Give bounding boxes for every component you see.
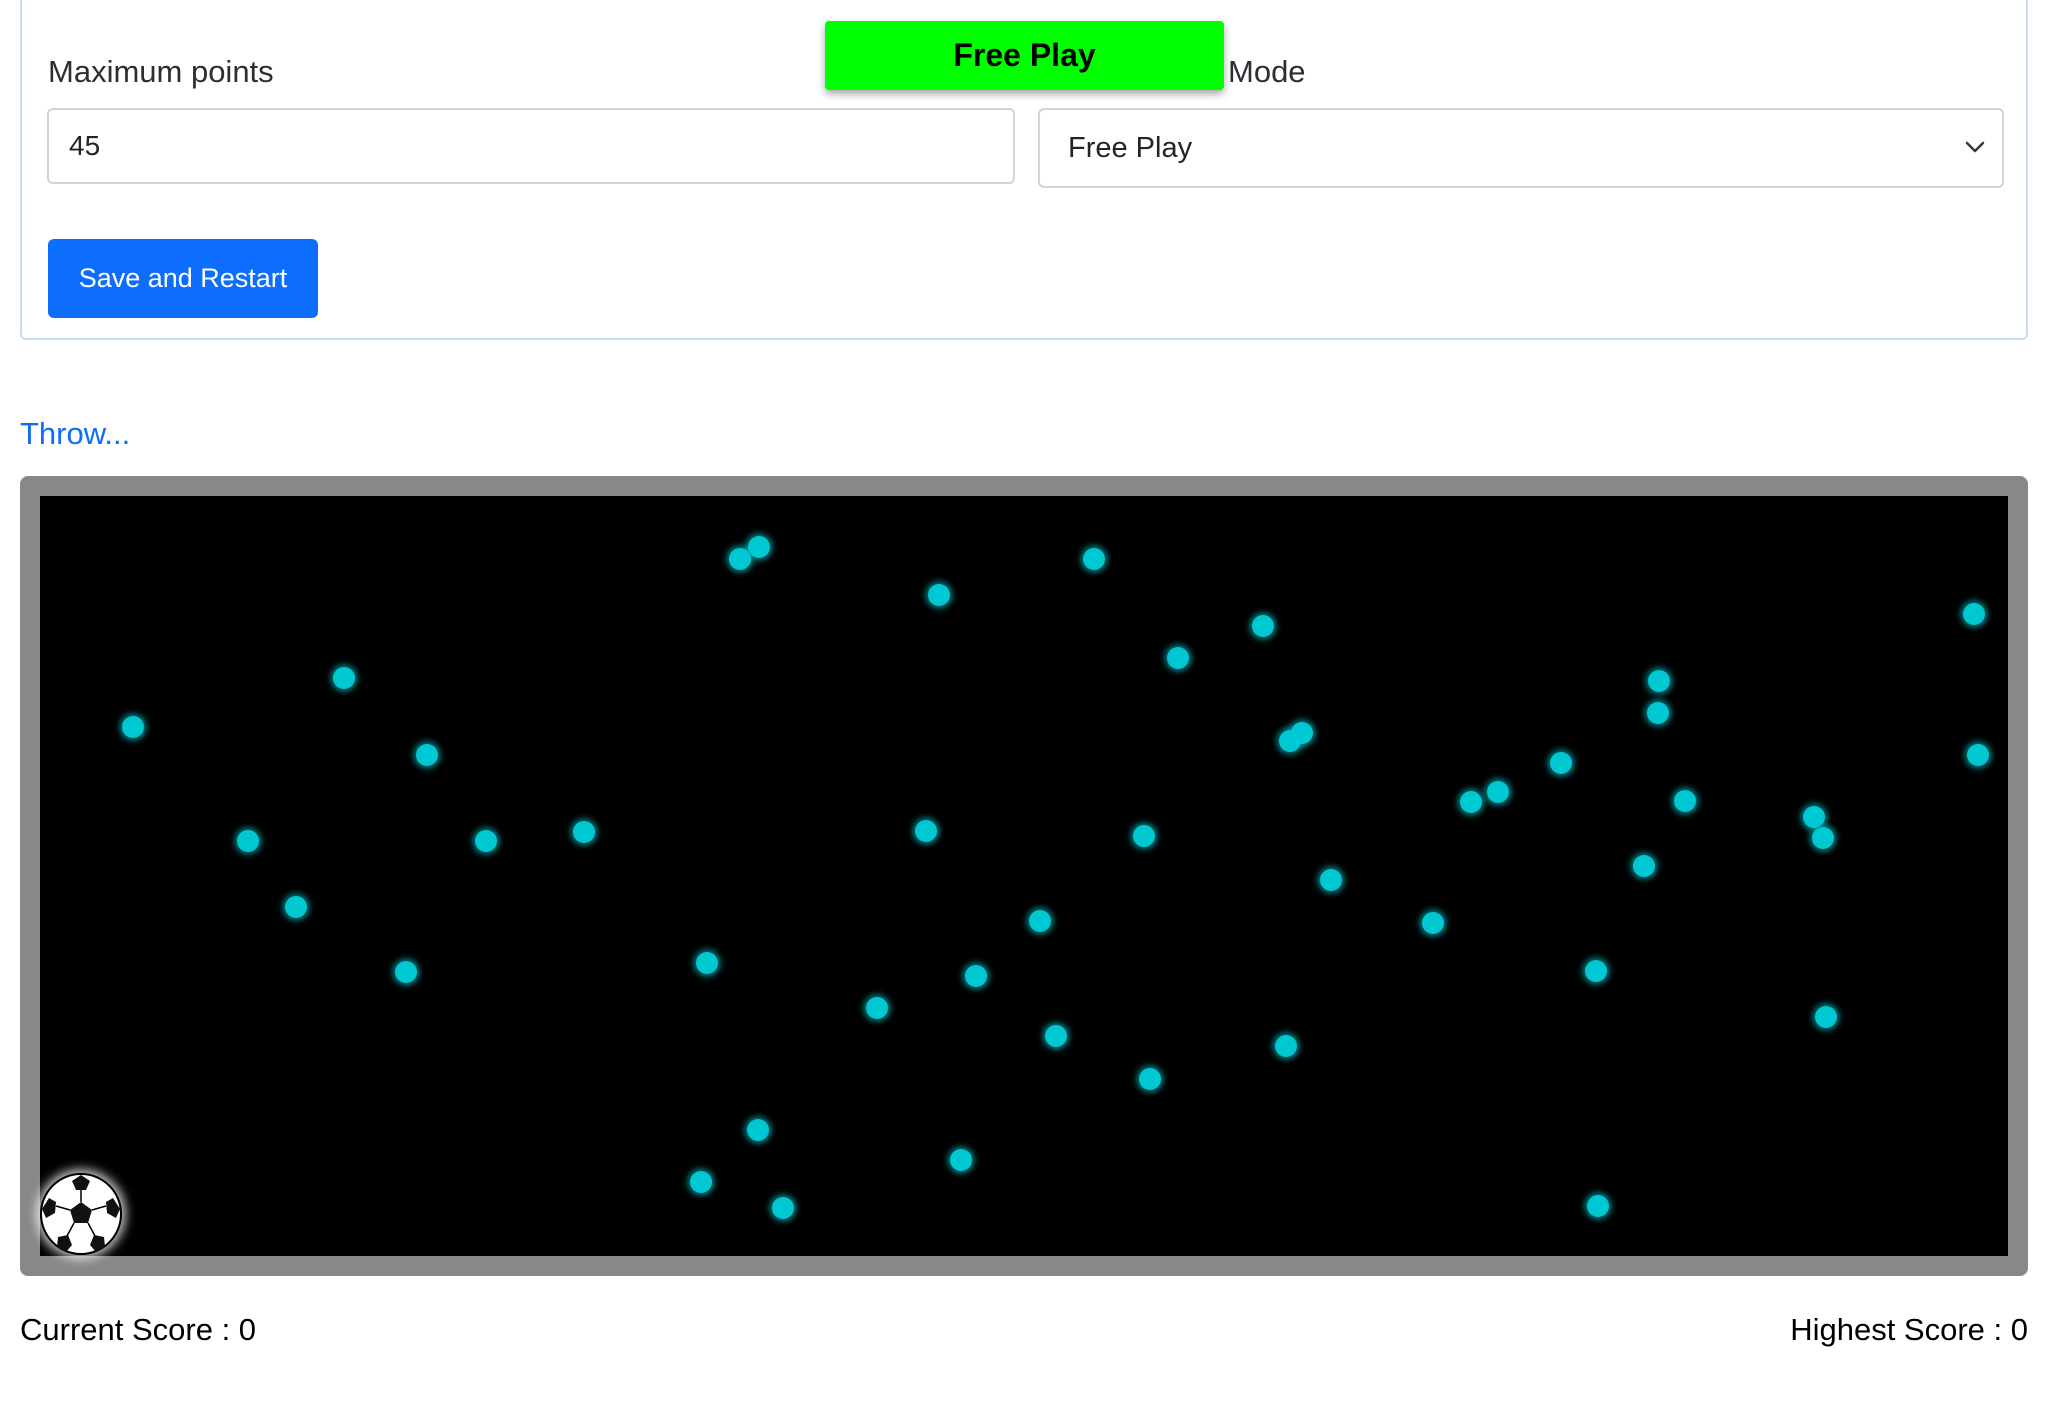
game-frame [20, 476, 2028, 1276]
point-dot [1252, 615, 1274, 637]
mode-label: Mode [1228, 54, 1306, 89]
chevron-down-icon [1965, 141, 1985, 153]
point-dot [729, 548, 751, 570]
point-dot [866, 997, 888, 1019]
point-dot [1550, 752, 1572, 774]
point-dot [747, 1119, 769, 1141]
point-dot [772, 1197, 794, 1219]
point-dot [1275, 1035, 1297, 1057]
point-dot [333, 667, 355, 689]
point-dot [1460, 791, 1482, 813]
mode-select[interactable]: Free Play [1038, 108, 2004, 188]
point-dot [1487, 781, 1509, 803]
point-dot [915, 820, 937, 842]
point-dot [395, 961, 417, 983]
point-dot [1133, 825, 1155, 847]
point-dot [1585, 960, 1607, 982]
point-dot [1648, 670, 1670, 692]
game-canvas[interactable] [40, 496, 2008, 1256]
point-dot [1139, 1068, 1161, 1090]
point-dot [237, 830, 259, 852]
throw-link[interactable]: Throw... [20, 416, 130, 452]
point-dot [1963, 603, 1985, 625]
point-dot [475, 830, 497, 852]
point-dot [285, 896, 307, 918]
point-dot [1167, 647, 1189, 669]
point-dot [1045, 1025, 1067, 1047]
point-dot [1633, 855, 1655, 877]
point-dot [1803, 806, 1825, 828]
point-dot [1812, 827, 1834, 849]
max-points-label: Maximum points [48, 54, 274, 89]
current-score: Current Score : 0 [20, 1312, 257, 1347]
point-dot [122, 716, 144, 738]
point-dot [1967, 744, 1989, 766]
point-dot [416, 744, 438, 766]
point-dot [950, 1149, 972, 1171]
point-dot [690, 1171, 712, 1193]
point-dot [1587, 1195, 1609, 1217]
point-dot [1029, 910, 1051, 932]
point-dot [1291, 722, 1313, 744]
point-dot [748, 536, 770, 558]
save-and-restart-button[interactable]: Save and Restart [48, 239, 318, 318]
mode-banner: Free Play [825, 21, 1224, 90]
mode-select-value: Free Play [1068, 132, 1193, 164]
point-dot [1674, 790, 1696, 812]
point-dot [1320, 869, 1342, 891]
highest-score: Highest Score : 0 [1790, 1312, 2028, 1347]
max-points-input[interactable] [47, 108, 1015, 184]
point-dot [965, 965, 987, 987]
point-dot [696, 952, 718, 974]
point-dot [573, 821, 595, 843]
point-dot [1422, 912, 1444, 934]
point-dot [1815, 1006, 1837, 1028]
point-dot [1647, 702, 1669, 724]
soccer-ball-icon[interactable] [40, 1173, 122, 1255]
point-dot [1083, 548, 1105, 570]
point-dot [928, 584, 950, 606]
